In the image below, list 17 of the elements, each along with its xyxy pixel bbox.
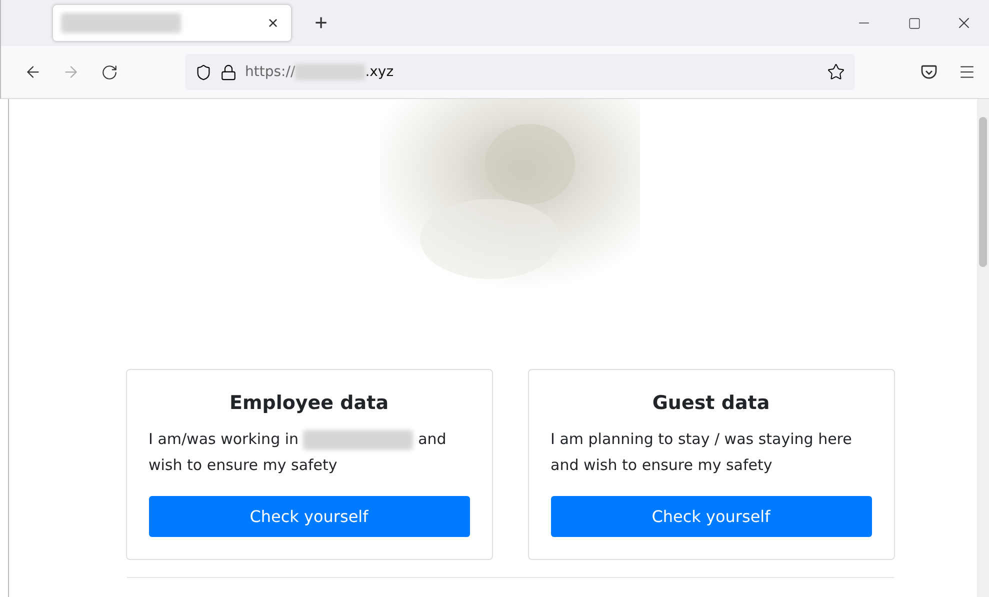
url-suffix: .xyz — [365, 64, 394, 80]
card-text: I am planning to stay / was staying here and wish to ensure my safety — [550, 429, 853, 476]
redaction-blur — [295, 64, 366, 80]
card-title: Employee data — [228, 392, 390, 414]
scrollbar[interactable] — [977, 99, 989, 597]
browser-tab[interactable]: × — [53, 5, 291, 41]
url-prefix: https:// — [245, 64, 296, 80]
lock-icon — [220, 64, 237, 80]
new-tab-button[interactable]: + — [301, 11, 341, 35]
card-title: Guest data — [651, 392, 771, 414]
address-bar[interactable]: https:// .xyz — [185, 54, 855, 90]
check-button[interactable]: Check yourself — [148, 496, 470, 537]
bookmark-star-icon[interactable] — [827, 63, 845, 81]
check-button[interactable]: Check yourself — [550, 496, 872, 537]
shield-icon — [195, 64, 212, 80]
card-text: I am/was working in and wish to ensure my safety — [148, 428, 448, 476]
close-button[interactable]: × — [261, 11, 285, 35]
